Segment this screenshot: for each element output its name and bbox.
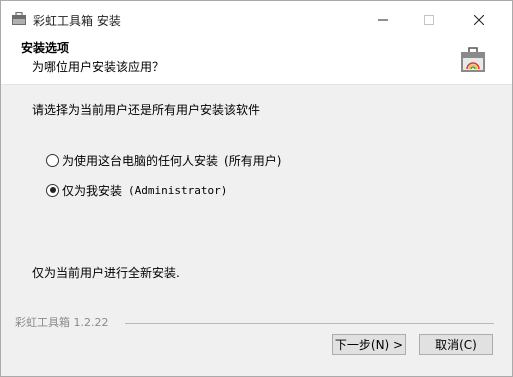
option-current-user[interactable]: 仅为我安装 (Administrator) bbox=[46, 182, 227, 198]
brand-version: 彩虹工具箱 1.2.22 bbox=[15, 316, 109, 329]
title-bar[interactable]: 彩虹工具箱 安装 bbox=[1, 1, 512, 39]
next-button[interactable]: 下一步(N) > bbox=[332, 334, 406, 355]
minimize-button[interactable] bbox=[360, 1, 406, 39]
wizard-header: 安装选项 为哪位用户安装该应用？ bbox=[1, 39, 512, 85]
option-all-users-suffix: (所有用户) bbox=[224, 153, 282, 168]
close-button[interactable] bbox=[456, 1, 502, 39]
footer-divider bbox=[125, 323, 494, 324]
radio-all-users[interactable] bbox=[46, 153, 59, 167]
toolbox-icon bbox=[12, 12, 26, 25]
install-note: 仅为当前用户进行全新安装. bbox=[32, 266, 180, 280]
page-title: 安装选项 bbox=[21, 41, 70, 55]
cancel-button[interactable]: 取消(C) bbox=[419, 334, 493, 355]
maximize-icon bbox=[424, 15, 434, 25]
page-subtitle: 为哪位用户安装该应用？ bbox=[32, 60, 165, 74]
window-title: 彩虹工具箱 安装 bbox=[33, 14, 121, 28]
instruction-text: 请选择为当前用户还是所有用户安装该软件 bbox=[32, 103, 261, 117]
close-icon bbox=[474, 15, 484, 25]
option-current-user-label: 仅为我安装 bbox=[62, 183, 123, 198]
toolbox-icon bbox=[461, 47, 485, 72]
radio-current-user[interactable] bbox=[46, 183, 59, 197]
minimize-icon bbox=[378, 19, 388, 21]
option-all-users-label: 为使用这台电脑的任何人安装 bbox=[62, 153, 219, 168]
installer-window: 彩虹工具箱 安装 安装选项 为哪位用户安装该应用？ 请选择为当前用户还是所有用户… bbox=[0, 0, 513, 377]
option-current-user-suffix: (Administrator) bbox=[128, 183, 228, 197]
option-all-users[interactable]: 为使用这台电脑的任何人安装 (所有用户) bbox=[46, 152, 281, 168]
maximize-button[interactable] bbox=[406, 1, 452, 39]
